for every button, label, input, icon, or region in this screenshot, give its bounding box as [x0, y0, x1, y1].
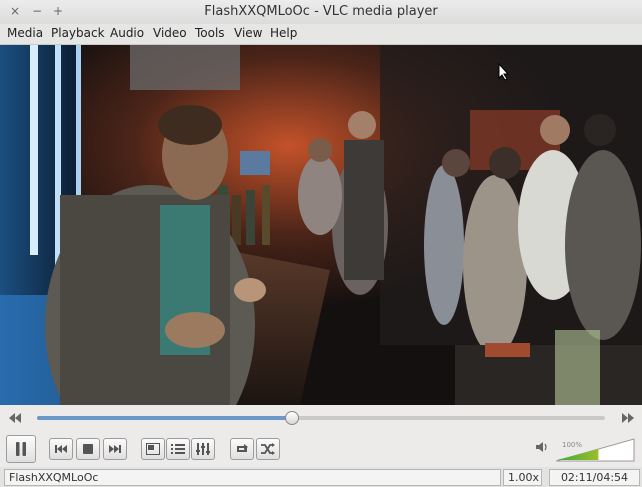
skip-previous-icon: [54, 444, 68, 454]
pause-button[interactable]: [6, 435, 36, 463]
seek-handle[interactable]: [284, 411, 299, 425]
playlist-button[interactable]: [166, 438, 190, 460]
window-title: FlashXXQMLoOc - VLC media player: [204, 4, 438, 19]
loop-icon: [235, 443, 249, 455]
fullscreen-icon: [146, 443, 160, 455]
video-display[interactable]: [0, 45, 642, 405]
pause-icon: [14, 441, 28, 457]
next-button[interactable]: [103, 438, 127, 460]
title-bar: × − + FlashXXQMLoOc - VLC media player: [0, 0, 642, 24]
menu-media[interactable]: Media: [7, 26, 43, 40]
fullscreen-button[interactable]: [141, 438, 165, 460]
mouse-cursor-icon: [498, 62, 510, 84]
menu-view[interactable]: View: [234, 26, 262, 40]
menu-video[interactable]: Video: [153, 26, 187, 40]
loop-button[interactable]: [230, 438, 254, 460]
seek-back-icon[interactable]: [8, 412, 22, 427]
playback-speed[interactable]: 1.00x: [503, 469, 542, 486]
stop-button[interactable]: [76, 438, 100, 460]
video-frame: [0, 45, 642, 405]
shuffle-icon: [261, 443, 275, 455]
skip-next-icon: [108, 444, 122, 454]
seek-slider[interactable]: [37, 411, 605, 425]
playlist-icon: [171, 443, 185, 455]
speaker-icon[interactable]: [535, 440, 549, 457]
status-filename: FlashXXQMLoOc: [4, 469, 501, 486]
menu-tools[interactable]: Tools: [195, 26, 225, 40]
extended-settings-button[interactable]: [191, 438, 215, 460]
equalizer-icon: [196, 443, 210, 455]
shuffle-button[interactable]: [256, 438, 280, 460]
seek-forward-icon[interactable]: [621, 412, 635, 427]
menu-bar: Media Playback Audio Video Tools View He…: [0, 24, 642, 45]
menu-help[interactable]: Help: [270, 26, 297, 40]
menu-playback[interactable]: Playback: [51, 26, 105, 40]
stop-icon: [83, 444, 93, 454]
menu-audio[interactable]: Audio: [110, 26, 144, 40]
time-display[interactable]: 02:11/04:54: [549, 469, 640, 486]
previous-button[interactable]: [49, 438, 73, 460]
seek-progress: [37, 416, 291, 420]
volume-slider[interactable]: [555, 438, 636, 462]
